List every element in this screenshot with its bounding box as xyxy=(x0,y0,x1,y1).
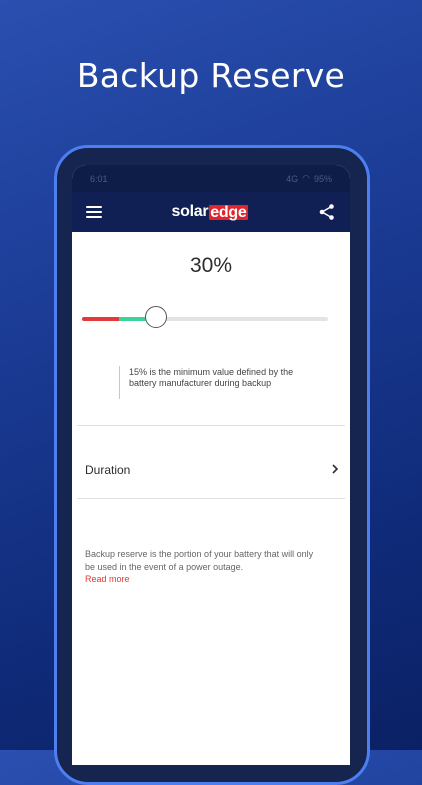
status-time: 6:01 xyxy=(90,173,108,184)
slider-minimum-segment xyxy=(82,317,119,321)
duration-label: Duration xyxy=(85,463,131,477)
status-icons: 4G ◠ 95% xyxy=(286,173,332,184)
status-bar: 6:01 4G ◠ 95% xyxy=(72,165,350,192)
promo-title: Backup Reserve xyxy=(76,56,346,95)
minimum-value-note: 15% is the minimum value defined by the … xyxy=(119,366,319,399)
app-screen: 6:01 4G ◠ 95% solar edge 30% 15% is the … xyxy=(72,165,350,765)
read-more-link[interactable]: Read more xyxy=(85,573,325,586)
menu-icon[interactable] xyxy=(86,206,102,218)
logo-edge: edge xyxy=(209,203,249,221)
slider-thumb[interactable] xyxy=(144,306,167,328)
wifi-icon: ◠ xyxy=(302,173,310,183)
app-bar: solar edge xyxy=(72,192,350,232)
logo-solar: solar xyxy=(171,203,209,220)
reserve-slider[interactable] xyxy=(72,304,350,334)
backup-reserve-content: 30% 15% is the minimum value defined by … xyxy=(72,254,350,584)
chevron-right-icon xyxy=(332,464,339,474)
divider xyxy=(77,498,345,499)
signal-indicator: 4G xyxy=(286,173,299,184)
solaredge-logo: solar edge xyxy=(172,203,249,221)
backup-info-text: Backup reserve is the portion of your ba… xyxy=(85,549,314,572)
backup-info: Backup reserve is the portion of your ba… xyxy=(85,548,325,586)
share-icon[interactable] xyxy=(318,203,336,221)
battery-indicator: 95% xyxy=(313,173,332,184)
divider xyxy=(77,425,345,426)
reserve-percent-value: 30% xyxy=(189,254,233,277)
